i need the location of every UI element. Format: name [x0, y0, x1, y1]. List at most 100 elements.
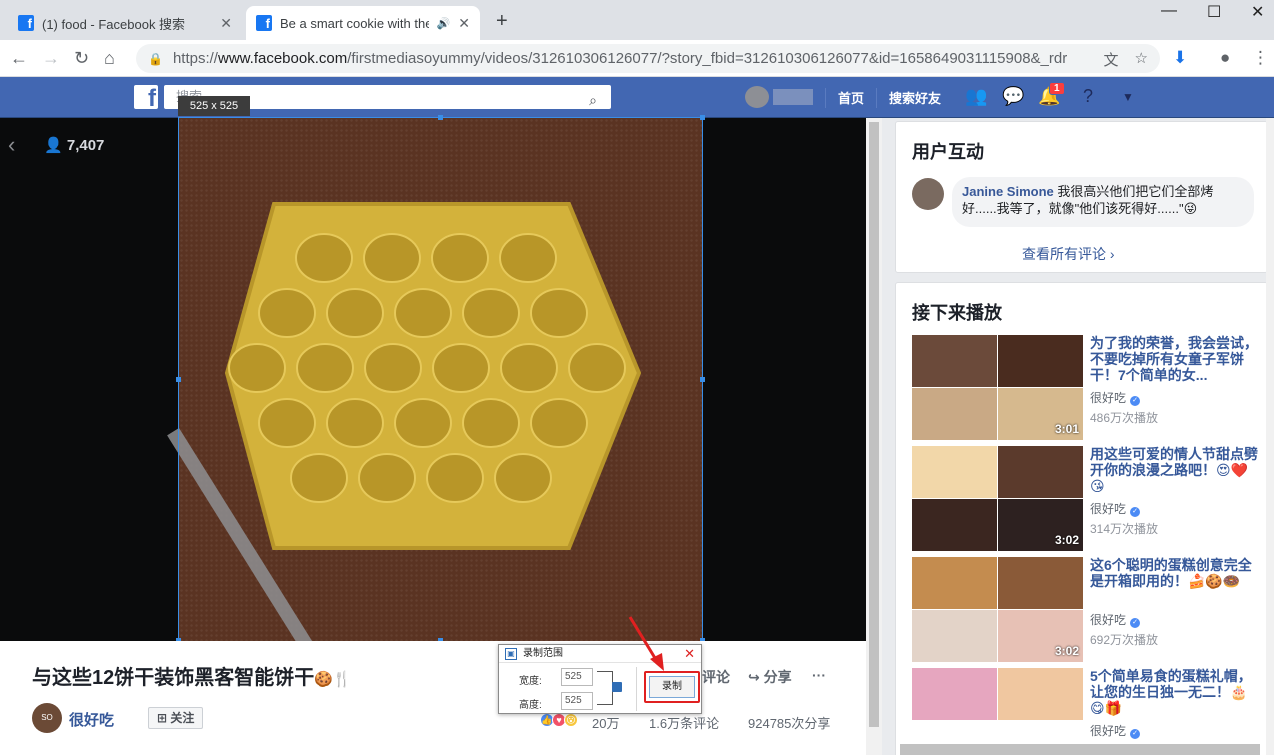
see-all-comments-link[interactable]: 查看所有评论 › — [1022, 244, 1115, 264]
facebook-logo-icon[interactable]: f — [134, 85, 158, 109]
list-item[interactable]: 3:02 这6个聪明的蛋糕创意完全是开箱即用的！🍰🍪🍩 很好吃 ✓ 692万次播放 — [912, 557, 1262, 663]
download-icon[interactable]: ⬇ — [1173, 48, 1187, 68]
forward-icon[interactable]: → — [42, 48, 60, 69]
verified-badge-icon: ✓ — [1130, 507, 1141, 517]
page-name-link[interactable]: 很好吃 — [69, 709, 114, 730]
video-frame — [167, 118, 702, 656]
resize-handle[interactable] — [700, 115, 705, 120]
search-icon[interactable]: ⌕ — [589, 88, 597, 112]
cookie-cell — [394, 288, 452, 338]
friend-requests-icon[interactable]: 👥 — [965, 86, 987, 107]
lock-icon[interactable]: 🔒 — [148, 52, 163, 66]
comment-author[interactable]: Janine Simone — [962, 184, 1054, 199]
up-next-page[interactable]: 很好吃 ✓ — [1090, 722, 1141, 739]
profile-name-redacted[interactable] — [773, 89, 813, 105]
up-next-page[interactable]: 很好吃 ✓ — [1090, 611, 1141, 628]
thumb-tile — [998, 446, 1083, 498]
height-field[interactable]: 525 — [561, 692, 593, 710]
tab-video[interactable]: f Be a smart cookie with the 🔊 ✕ — [246, 6, 480, 40]
wow-reaction-icon: 😮 — [564, 713, 578, 727]
home-link[interactable]: 首页 — [838, 88, 864, 107]
account-menu-chevron-icon[interactable]: ▼ — [1122, 90, 1134, 104]
up-next-heading: 接下来播放 — [912, 303, 1002, 323]
video-thumbnail[interactable]: 3:01 — [912, 335, 1083, 441]
page-name: 很好吃 — [1090, 613, 1127, 627]
scrollbar-thumb[interactable] — [869, 122, 879, 727]
reload-icon[interactable]: ↻ — [74, 48, 89, 69]
follow-button[interactable]: ⊞ 关注 — [148, 707, 204, 729]
width-field[interactable]: 525 — [561, 668, 593, 686]
thumb-tile: 3:02 — [998, 610, 1083, 662]
facebook-favicon-icon: f — [256, 15, 272, 31]
video-thumbnail[interactable]: 3:02 — [912, 446, 1083, 552]
share-action[interactable]: ↪ 分享 — [748, 667, 792, 687]
tab-title: Be a smart cookie with the — [280, 15, 429, 31]
new-tab-icon[interactable]: + — [496, 10, 508, 33]
cookie-cell — [290, 453, 348, 503]
more-options-icon[interactable]: ··· — [812, 667, 826, 683]
cookie-cell — [426, 453, 484, 503]
app-logo-icon: ▣ — [505, 648, 517, 660]
chevron-left-icon[interactable]: ‹ — [8, 132, 15, 158]
page-avatar[interactable]: SO yummy — [32, 703, 62, 752]
up-next-title[interactable]: 为了我的荣誉，我会尝试，不要吃掉所有女童子军饼干！7个简单的女... — [1090, 335, 1260, 383]
video-player[interactable]: ‹ 👤 7,407 — [0, 118, 866, 656]
close-window-icon[interactable]: ✕ — [1251, 2, 1264, 22]
resize-handle[interactable] — [438, 115, 443, 120]
cookie-cell — [364, 343, 422, 393]
messenger-icon[interactable]: 💬 — [1002, 86, 1024, 107]
up-next-title[interactable]: 5个简单易食的蛋糕礼帽，让您的生日独一无二！🎂😋🎁 — [1090, 668, 1260, 716]
reaction-icons[interactable]: 👍 ♥ 😮 — [540, 713, 578, 727]
shares-count[interactable]: 924785次分享 — [748, 713, 830, 732]
help-icon[interactable]: ? — [1083, 86, 1093, 107]
cookie-cell — [432, 343, 490, 393]
scrollbar-track[interactable] — [1266, 118, 1274, 755]
address-bar[interactable]: 🔒 https:// www.facebook.com /firstmedias… — [136, 44, 1160, 73]
reactions-count[interactable]: 20万 — [592, 713, 619, 732]
aspect-lock-icon[interactable] — [612, 682, 622, 692]
close-icon[interactable]: ✕ — [458, 15, 470, 32]
comment-action[interactable]: 评论 — [702, 667, 730, 687]
speaker-icon[interactable]: 🔊 — [437, 17, 451, 30]
verified-badge-icon: ✓ — [1130, 729, 1141, 739]
cookie-cell — [258, 288, 316, 338]
close-icon[interactable]: ✕ — [684, 645, 695, 663]
resize-handle[interactable] — [176, 377, 181, 382]
notification-badge: 1 — [1049, 82, 1065, 95]
page-name: 很好吃 — [1090, 391, 1127, 405]
video-thumbnail[interactable]: 3:02 — [912, 557, 1083, 663]
up-next-title[interactable]: 用这些可爱的情人节甜点劈开你的浪漫之路吧！😍❤️😘 — [1090, 446, 1260, 494]
find-friends-link[interactable]: 搜索好友 — [889, 88, 941, 107]
translate-icon[interactable]: 文 — [1104, 49, 1119, 70]
comments-panel: 用户互动 Janine Simone 我很高兴他们把它们全部烤好......我等… — [895, 121, 1268, 273]
url-host: www.facebook.com — [217, 50, 348, 67]
up-next-page[interactable]: 很好吃 ✓ — [1090, 389, 1141, 406]
back-icon[interactable]: ← — [10, 48, 28, 69]
comments-count[interactable]: 1.6万条评论 — [649, 713, 719, 732]
video-title-emoji: 🍪🍴 — [314, 671, 352, 688]
menu-kebab-icon[interactable]: ⋮ — [1252, 48, 1269, 68]
avatar[interactable] — [745, 86, 769, 108]
divider — [876, 88, 877, 108]
up-next-page[interactable]: 很好吃 ✓ — [1090, 500, 1141, 517]
maximize-icon[interactable]: ☐ — [1207, 2, 1221, 22]
cookie-cell — [500, 343, 558, 393]
divider — [825, 88, 826, 108]
thumb-tile — [998, 335, 1083, 387]
tab-facebook-search[interactable]: f (1) food - Facebook 搜索 ✕ — [8, 6, 242, 40]
bookmark-star-icon[interactable]: ☆ — [1135, 49, 1148, 70]
home-icon[interactable]: ⌂ — [104, 48, 115, 69]
resize-handle[interactable] — [700, 377, 705, 382]
chevron-right-icon: › — [1109, 246, 1115, 262]
minimize-icon[interactable]: — — [1161, 2, 1177, 20]
avatar[interactable] — [912, 178, 944, 210]
horizontal-scrollbar[interactable] — [900, 744, 1260, 755]
cookie-cell — [295, 233, 353, 283]
close-icon[interactable]: ✕ — [220, 15, 232, 32]
video-thumbnail[interactable] — [912, 668, 1083, 755]
list-item[interactable]: 5个简单易食的蛋糕礼帽，让您的生日独一无二！🎂😋🎁 很好吃 ✓ — [912, 668, 1262, 755]
list-item[interactable]: 3:01 为了我的荣誉，我会尝试，不要吃掉所有女童子军饼干！7个简单的女... … — [912, 335, 1262, 441]
up-next-title[interactable]: 这6个聪明的蛋糕创意完全是开箱即用的！🍰🍪🍩 — [1090, 557, 1260, 589]
profile-icon[interactable]: ● — [1220, 48, 1230, 68]
list-item[interactable]: 3:02 用这些可爱的情人节甜点劈开你的浪漫之路吧！😍❤️😘 很好吃 ✓ 314万… — [912, 446, 1262, 552]
